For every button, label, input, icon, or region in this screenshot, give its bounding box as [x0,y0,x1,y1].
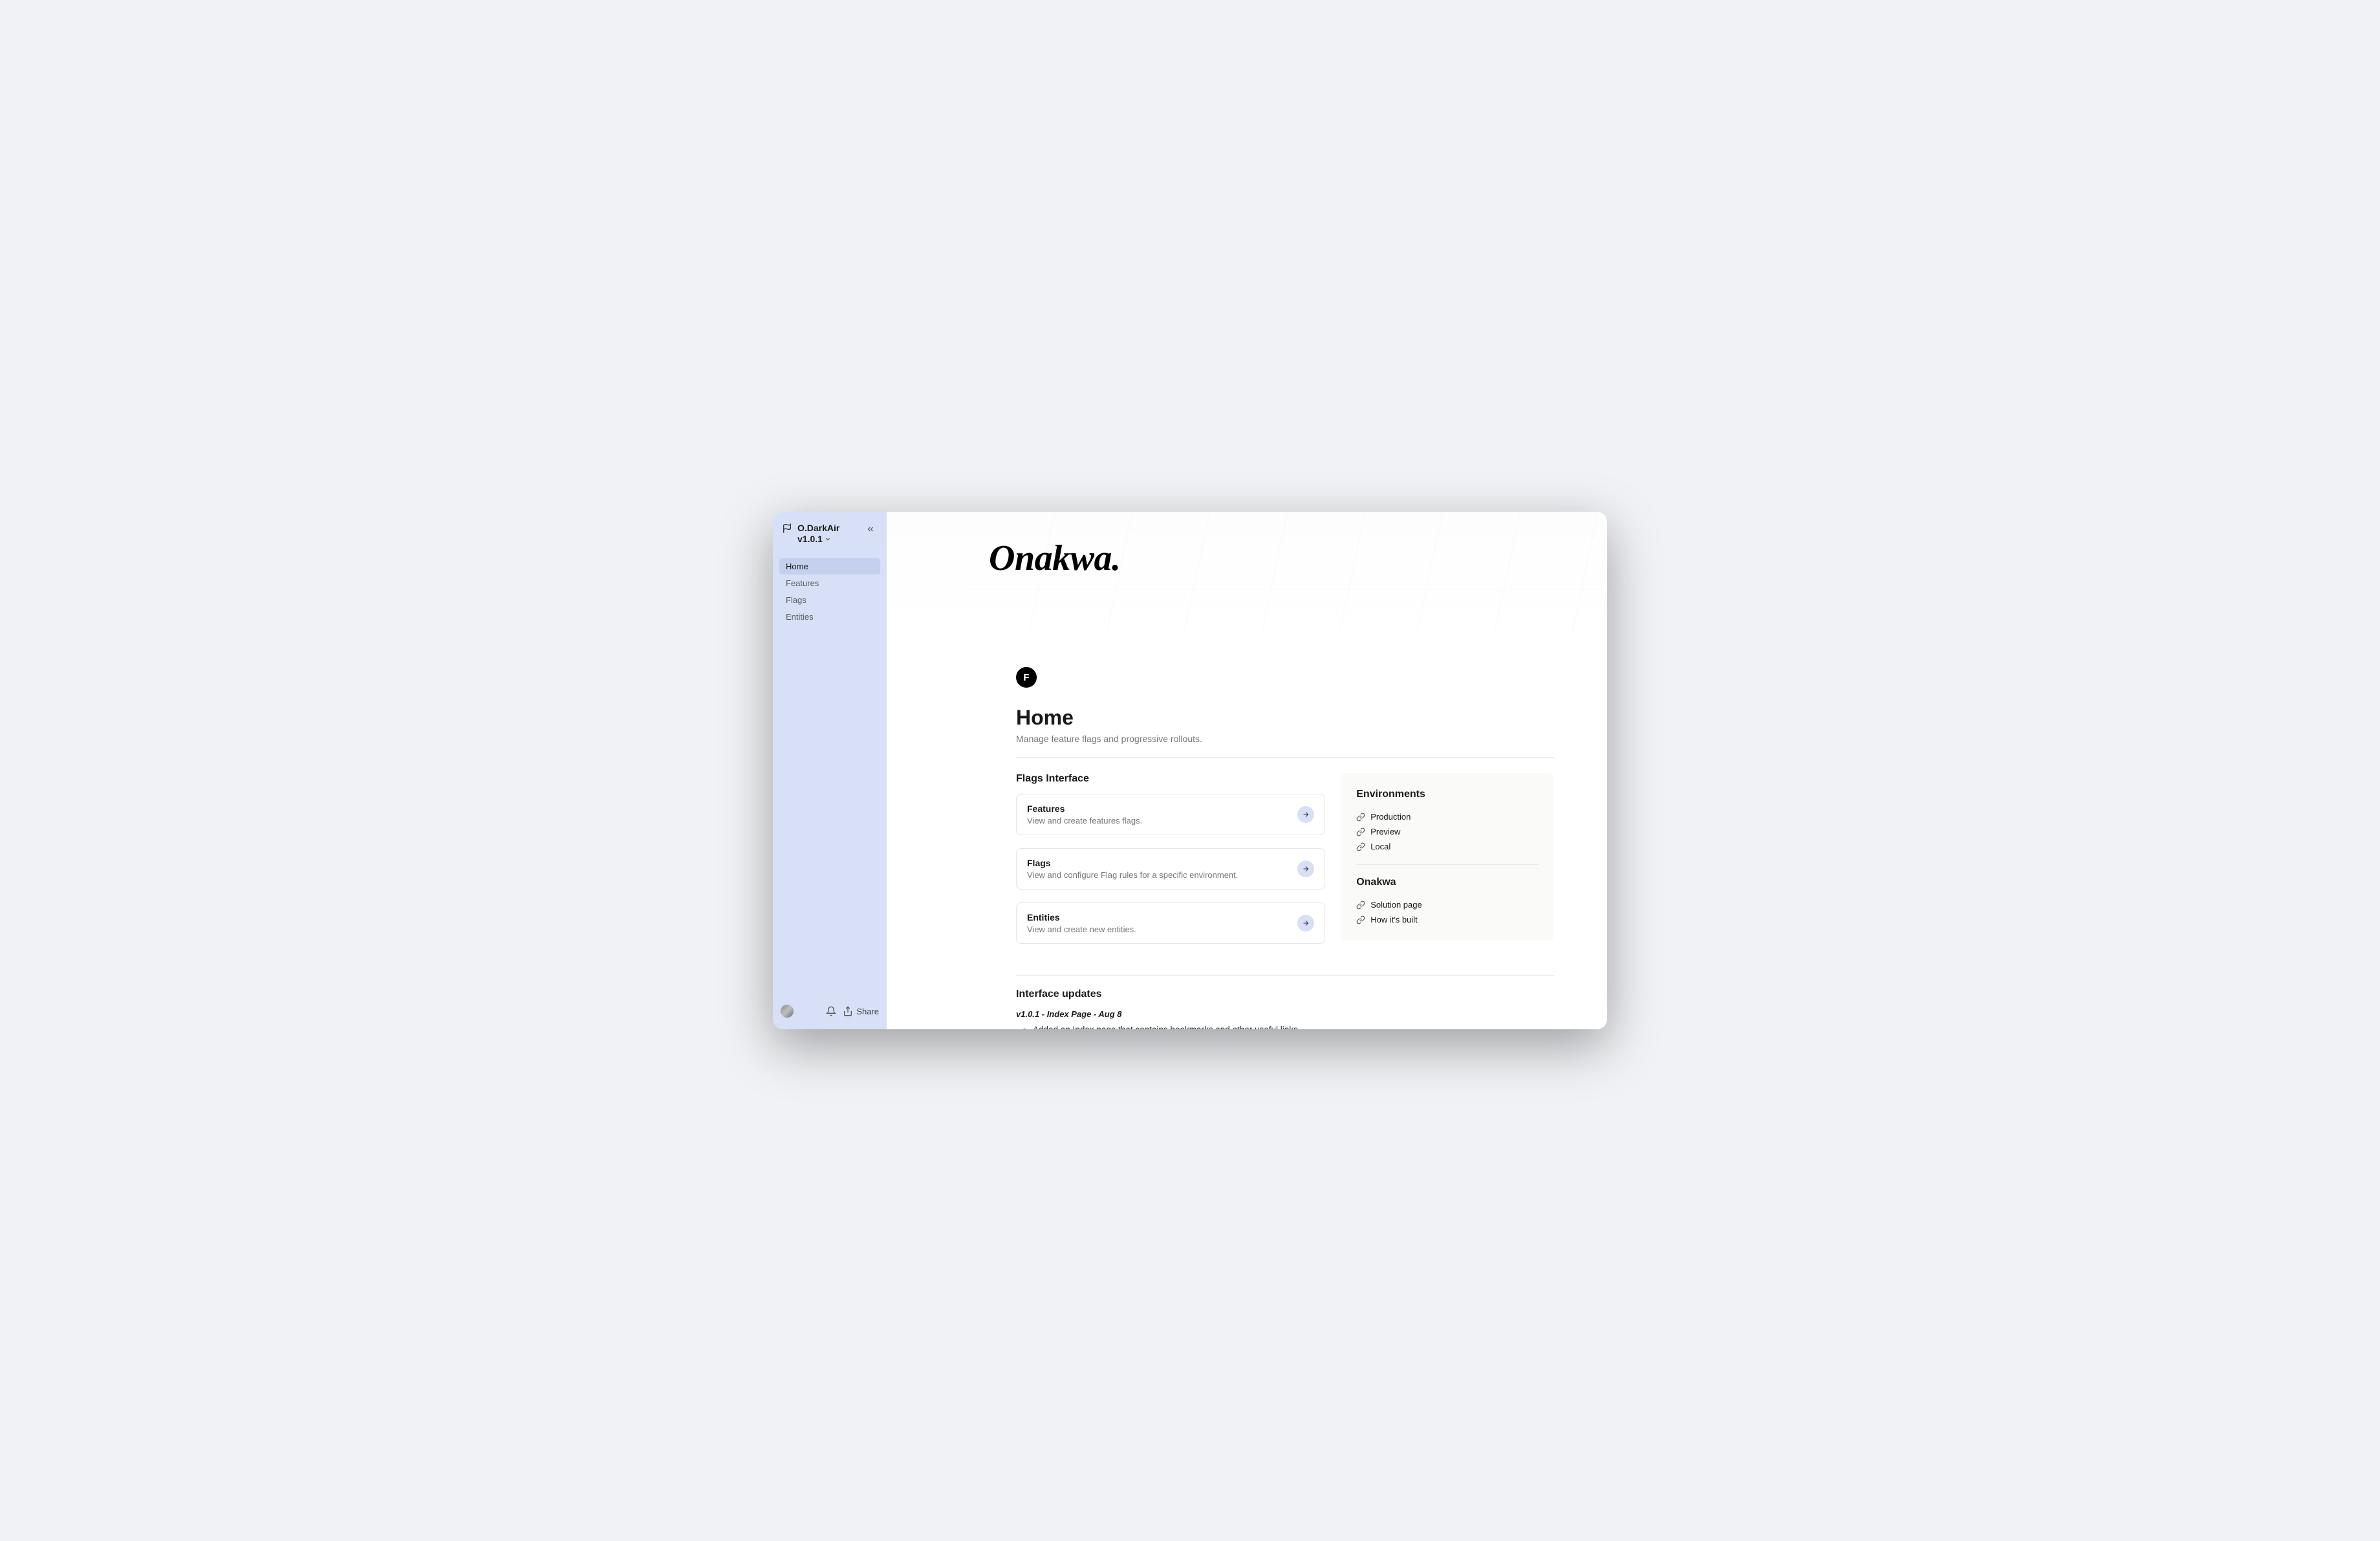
share-icon [843,1006,853,1016]
avatar[interactable] [781,1005,794,1018]
link-label: Preview [1370,827,1400,836]
card-title: Features [1027,803,1290,814]
link-icon [1356,915,1365,924]
collapse-sidebar-button[interactable] [863,522,878,536]
main-content: Onakwa. F Home Manage feature flags and … [887,512,1607,1029]
arrow-right-icon [1302,865,1310,873]
nav-item-flags[interactable]: Flags [779,592,880,608]
nav-item-home[interactable]: Home [779,558,880,574]
link-label: Local [1370,842,1390,851]
arrow-right-icon [1302,919,1310,927]
link-icon [1356,842,1365,851]
sidebar-header: O.DarkAir v1.0.1 [779,519,880,551]
workspace-title: O.DarkAir [797,522,858,534]
nav-item-entities[interactable]: Entities [779,609,880,625]
onakwa-link-solution[interactable]: Solution page [1356,897,1539,912]
card-arrow-button[interactable] [1297,915,1314,932]
app-window: O.DarkAir v1.0.1 Home Features Flags Ent… [773,512,1607,1029]
share-label: Share [856,1007,879,1016]
update-bullets: Added an Index page that contains bookma… [1016,1023,1554,1029]
info-box: Environments Production Preview Local [1341,773,1554,940]
onakwa-heading: Onakwa [1356,877,1539,888]
arrow-right-icon [1302,811,1310,818]
link-label: Solution page [1370,900,1422,910]
card-arrow-button[interactable] [1297,806,1314,823]
banner: Onakwa. [887,512,1607,635]
card-arrow-button[interactable] [1297,860,1314,877]
nav-item-features[interactable]: Features [779,575,880,591]
section-flags-interface-heading: Flags Interface [1016,773,1325,785]
card-desc: View and create new entities. [1027,924,1290,934]
card-desc: View and create features flags. [1027,816,1290,825]
environments-heading: Environments [1356,789,1539,800]
sidebar-nav: Home Features Flags Entities [779,558,880,625]
sidebar-footer: Share [779,1001,880,1022]
flag-icon [782,523,792,534]
onakwa-link-how-built[interactable]: How it's built [1356,912,1539,927]
update-bullet: Added an Index page that contains bookma… [1033,1023,1554,1029]
share-button[interactable]: Share [843,1006,879,1016]
env-link-production[interactable]: Production [1356,809,1539,824]
divider [1016,757,1554,758]
link-label: Production [1370,812,1411,822]
card-title: Flags [1027,858,1290,868]
card-features[interactable]: Features View and create features flags. [1016,794,1325,835]
link-icon [1356,901,1365,910]
interface-updates-heading: Interface updates [1016,989,1554,1000]
content-wrap: F Home Manage feature flags and progress… [975,667,1596,1029]
card-flags[interactable]: Flags View and configure Flag rules for … [1016,848,1325,890]
chevron-down-icon [825,536,831,542]
link-icon [1356,827,1365,836]
update-version-line: v1.0.1 - Index Page - Aug 8 [1016,1009,1554,1019]
page-title: Home [1016,706,1554,730]
divider [1016,975,1554,976]
card-entities[interactable]: Entities View and create new entities. [1016,902,1325,944]
env-link-preview[interactable]: Preview [1356,824,1539,839]
workspace-version-selector[interactable]: v1.0.1 [797,534,858,544]
info-divider [1356,864,1539,865]
sidebar: O.DarkAir v1.0.1 Home Features Flags Ent… [773,512,887,1029]
card-title: Entities [1027,912,1290,923]
env-link-local[interactable]: Local [1356,839,1539,854]
link-label: How it's built [1370,915,1418,924]
chevrons-left-icon [866,525,875,534]
banner-logo: Onakwa. [989,538,1120,579]
page-subtitle: Manage feature flags and progressive rol… [1016,734,1554,744]
bell-icon[interactable] [826,1006,836,1016]
version-label: v1.0.1 [797,534,823,544]
page-icon: F [1016,667,1037,688]
card-desc: View and configure Flag rules for a spec… [1027,870,1290,880]
link-icon [1356,813,1365,822]
